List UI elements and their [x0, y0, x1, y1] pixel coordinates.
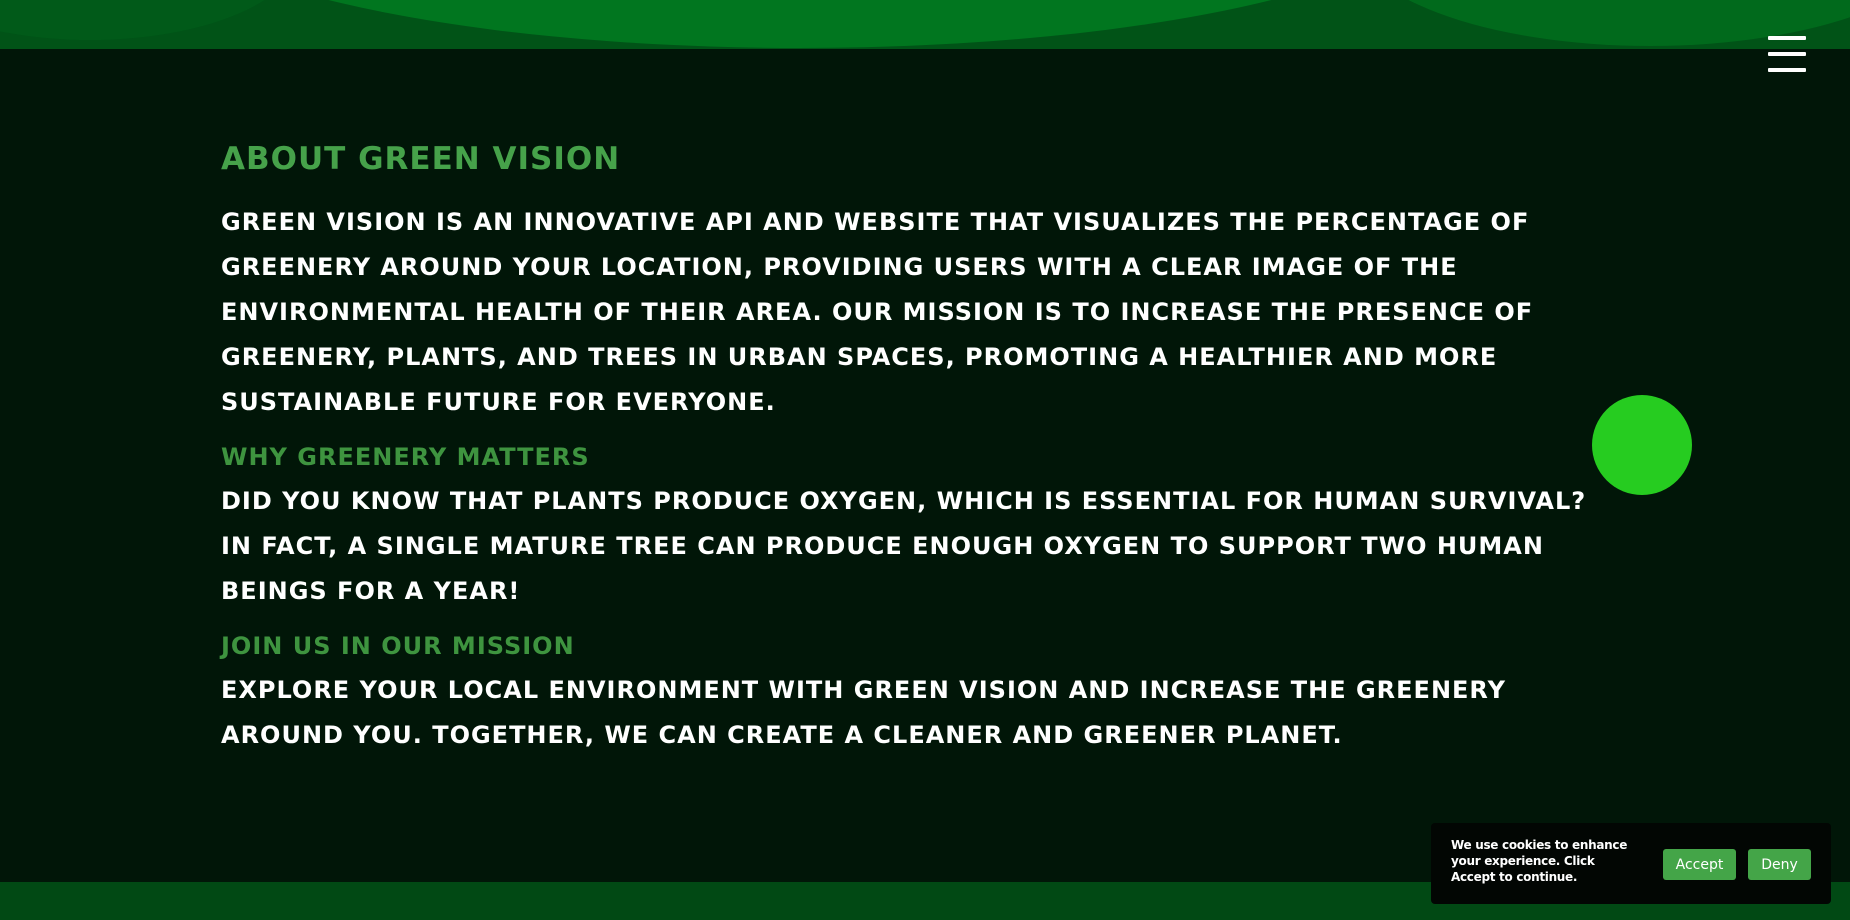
hamburger-line — [1768, 36, 1806, 40]
page: ABOUT GREEN VISION GREEN VISION IS AN IN… — [0, 0, 1850, 920]
join-body: EXPLORE YOUR LOCAL ENVIRONMENT WITH GREE… — [221, 676, 1506, 749]
header-wave-shape — [150, 0, 1450, 48]
deny-cookies-button[interactable]: Deny — [1748, 849, 1811, 880]
header-wave-banner — [0, 0, 1850, 49]
green-circle-decoration — [1592, 395, 1692, 495]
header-wave-shape — [0, 0, 300, 40]
about-body: GREEN VISION IS AN INNOVATIVE API AND WE… — [221, 208, 1534, 416]
about-title: ABOUT GREEN VISION — [221, 141, 621, 177]
about-section: ABOUT GREEN VISION GREEN VISION IS AN IN… — [221, 138, 1621, 772]
hamburger-line — [1768, 52, 1806, 56]
why-title: WHY GREENERY MATTERS — [221, 443, 590, 471]
hamburger-menu-icon[interactable] — [1768, 36, 1806, 74]
accept-cookies-button[interactable]: Accept — [1663, 849, 1736, 880]
hamburger-line — [1768, 68, 1806, 72]
cookie-message: We use cookies to enhance your experienc… — [1451, 838, 1628, 884]
cookie-banner: We use cookies to enhance your experienc… — [1431, 823, 1831, 904]
why-body: DID YOU KNOW THAT PLANTS PRODUCE OXYGEN,… — [221, 487, 1587, 605]
join-title: JOIN US IN OUR MISSION — [221, 632, 575, 660]
